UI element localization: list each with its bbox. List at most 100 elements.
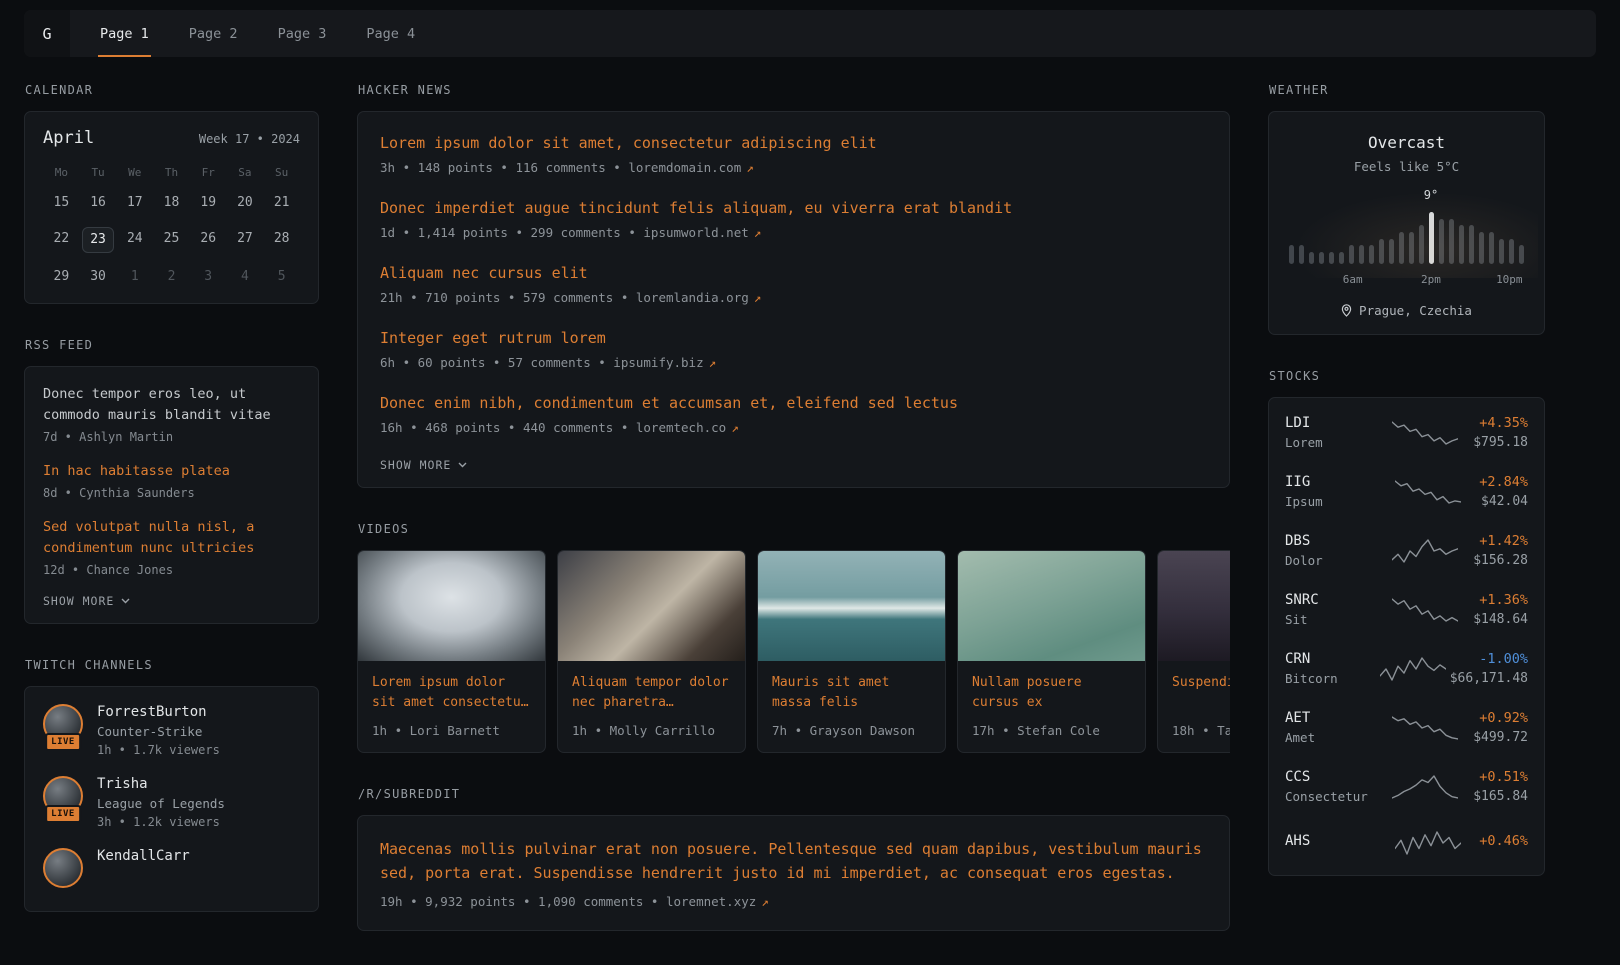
stock-sparkline bbox=[1377, 828, 1479, 858]
tab-page-1[interactable]: Page 1 bbox=[98, 10, 151, 57]
calendar-day-next-month: 4 bbox=[227, 265, 264, 289]
video-title-link[interactable]: Nullam posuere cursus ex bbox=[958, 661, 1145, 713]
weather-peak-label: 9° bbox=[1424, 188, 1438, 202]
stock-ticker: IIG bbox=[1285, 474, 1377, 490]
stock-values: +2.84% $42.04 bbox=[1479, 474, 1528, 509]
calendar-day: 15 bbox=[43, 191, 80, 215]
stock-values: +0.51% $165.84 bbox=[1473, 769, 1528, 804]
stock-values: +1.42% $156.28 bbox=[1473, 533, 1528, 568]
stock-row[interactable]: LDI Lorem +4.35% $795.18 bbox=[1269, 403, 1544, 462]
video-thumbnail[interactable] bbox=[1158, 551, 1230, 661]
video-meta: 1h • Molly Carrillo bbox=[558, 713, 745, 752]
stock-sparkline bbox=[1377, 713, 1473, 743]
external-link-icon[interactable]: ↗ bbox=[761, 894, 769, 909]
stock-sparkline bbox=[1377, 477, 1479, 507]
video-title-link[interactable]: Suspendisse diam bbox=[1158, 661, 1230, 713]
calendar-day: 27 bbox=[227, 227, 264, 253]
stock-values: +0.46% bbox=[1479, 833, 1528, 853]
external-link-icon[interactable]: ↗ bbox=[731, 420, 739, 435]
dashboard-columns: CALENDAR April Week 17 • 2024 Mo Tu We T… bbox=[0, 83, 1620, 965]
stock-row[interactable]: SNRC Sit +1.36% $148.64 bbox=[1269, 580, 1544, 639]
video-title-link[interactable]: Lorem ipsum dolor sit amet consectetu… bbox=[358, 661, 545, 713]
stock-id: IIG Ipsum bbox=[1285, 474, 1377, 509]
stock-row[interactable]: CCS Consectetur +0.51% $165.84 bbox=[1269, 757, 1544, 816]
rss-item-meta: 12d • Chance Jones bbox=[43, 563, 300, 577]
rss-section: RSS FEED Donec tempor eros leo, ut commo… bbox=[24, 338, 319, 624]
stock-row[interactable]: CRN Bitcorn -1.00% $66,171.48 bbox=[1269, 639, 1544, 698]
stock-ticker: DBS bbox=[1285, 533, 1377, 549]
weather-location-text: Prague, Czechia bbox=[1359, 303, 1472, 318]
weekday-label: Mo bbox=[43, 166, 80, 179]
left-column: CALENDAR April Week 17 • 2024 Mo Tu We T… bbox=[24, 83, 319, 946]
stock-id: SNRC Sit bbox=[1285, 592, 1377, 627]
channel-avatar bbox=[43, 848, 83, 888]
weekday-label: Th bbox=[153, 166, 190, 179]
channel-game: League of Legends bbox=[97, 796, 225, 811]
stock-ticker: AHS bbox=[1285, 833, 1377, 849]
calendar-week-label: Week 17 • 2024 bbox=[199, 132, 300, 146]
stock-row[interactable]: IIG Ipsum +2.84% $42.04 bbox=[1269, 462, 1544, 521]
hn-title-link[interactable]: Donec enim nibh, condimentum et accumsan… bbox=[380, 393, 1207, 414]
hackernews-section-title: HACKER NEWS bbox=[358, 83, 1229, 97]
hn-meta: 1d • 1,414 points • 299 comments • ipsum… bbox=[380, 225, 1207, 240]
hn-title-link[interactable]: Aliquam nec cursus elit bbox=[380, 263, 1207, 284]
rss-show-more-button[interactable]: SHOW MORE bbox=[43, 594, 300, 608]
video-thumbnail[interactable] bbox=[358, 551, 545, 661]
rss-item: Donec tempor eros leo, ut commodo mauris… bbox=[43, 384, 300, 444]
stock-row[interactable]: AHS +0.46% bbox=[1269, 816, 1544, 870]
rss-section-title: RSS FEED bbox=[25, 338, 318, 352]
hn-show-more-button[interactable]: SHOW MORE bbox=[380, 458, 1207, 472]
chevron-down-icon bbox=[458, 462, 467, 468]
hn-item: Integer eget rutrum lorem 6h • 60 points… bbox=[380, 328, 1207, 370]
weather-condition: Overcast bbox=[1287, 133, 1526, 152]
hn-meta-text: 6h • 60 points • 57 comments • ipsumify.… bbox=[380, 355, 704, 370]
hackernews-widget: Lorem ipsum dolor sit amet, consectetur … bbox=[357, 111, 1230, 488]
calendar-grid: Mo Tu We Th Fr Sa Su 15 16 17 18 19 20 2… bbox=[43, 166, 300, 289]
reddit-post-link[interactable]: Maecenas mollis pulvinar erat non posuer… bbox=[380, 837, 1207, 885]
videos-section: VIDEOS Lorem ipsum dolor sit amet consec… bbox=[357, 522, 1230, 753]
hn-title-link[interactable]: Integer eget rutrum lorem bbox=[380, 328, 1207, 349]
calendar-day-next-month: 2 bbox=[153, 265, 190, 289]
weather-section: WEATHER Overcast Feels like 5°C 9° 6am2p… bbox=[1268, 83, 1545, 335]
twitch-channel[interactable]: KendallCarr bbox=[43, 848, 300, 894]
stock-id: AHS bbox=[1285, 833, 1377, 853]
twitch-channel[interactable]: LIVE Trisha League of Legends 3h • 1.2k … bbox=[43, 776, 300, 829]
app-logo[interactable]: G bbox=[24, 10, 70, 57]
external-link-icon[interactable]: ↗ bbox=[754, 225, 762, 240]
twitch-channel[interactable]: LIVE ForrestBurton Counter-Strike 1h • 1… bbox=[43, 704, 300, 757]
video-title-link[interactable]: Mauris sit amet massa felis bbox=[758, 661, 945, 713]
hn-title-link[interactable]: Donec imperdiet augue tincidunt felis al… bbox=[380, 198, 1207, 219]
stock-ticker: AET bbox=[1285, 710, 1377, 726]
stock-ticker: CRN bbox=[1285, 651, 1377, 667]
stock-price: $795.18 bbox=[1473, 435, 1528, 450]
rss-item-link[interactable]: Sed volutpat nulla nisl, a condimentum n… bbox=[43, 517, 300, 559]
video-thumbnail[interactable] bbox=[758, 551, 945, 661]
video-thumbnail[interactable] bbox=[558, 551, 745, 661]
tab-page-2[interactable]: Page 2 bbox=[187, 10, 240, 57]
stock-ticker: LDI bbox=[1285, 415, 1377, 431]
stock-name: Sit bbox=[1285, 612, 1377, 627]
rss-item-link[interactable]: In hac habitasse platea bbox=[43, 461, 300, 482]
calendar-day-today: 23 bbox=[82, 227, 114, 253]
rss-item-link[interactable]: Donec tempor eros leo, ut commodo mauris… bbox=[43, 384, 300, 426]
calendar-month: April bbox=[43, 128, 94, 148]
stock-row[interactable]: DBS Dolor +1.42% $156.28 bbox=[1269, 521, 1544, 580]
tab-page-4[interactable]: Page 4 bbox=[364, 10, 417, 57]
navbar: G Page 1 Page 2 Page 3 Page 4 bbox=[24, 10, 1596, 57]
external-link-icon[interactable]: ↗ bbox=[709, 355, 717, 370]
rss-item-meta: 7d • Ashlyn Martin bbox=[43, 430, 300, 444]
external-link-icon[interactable]: ↗ bbox=[746, 160, 754, 175]
stock-row[interactable]: AET Amet +0.92% $499.72 bbox=[1269, 698, 1544, 757]
rss-item: In hac habitasse platea 8d • Cynthia Sau… bbox=[43, 461, 300, 500]
tab-page-3[interactable]: Page 3 bbox=[276, 10, 329, 57]
stock-ticker: SNRC bbox=[1285, 592, 1377, 608]
video-title-link[interactable]: Aliquam tempor dolor nec pharetra… bbox=[558, 661, 745, 713]
stock-values: -1.00% $66,171.48 bbox=[1450, 651, 1528, 686]
stock-change: +0.46% bbox=[1479, 833, 1528, 849]
video-thumbnail[interactable] bbox=[958, 551, 1145, 661]
video-meta: 7h • Grayson Dawson bbox=[758, 713, 945, 752]
hn-title-link[interactable]: Lorem ipsum dolor sit amet, consectetur … bbox=[380, 133, 1207, 154]
videos-section-title: VIDEOS bbox=[358, 522, 1229, 536]
external-link-icon[interactable]: ↗ bbox=[754, 290, 762, 305]
video-card: Suspendisse diam 18h • Tara bbox=[1157, 550, 1230, 753]
